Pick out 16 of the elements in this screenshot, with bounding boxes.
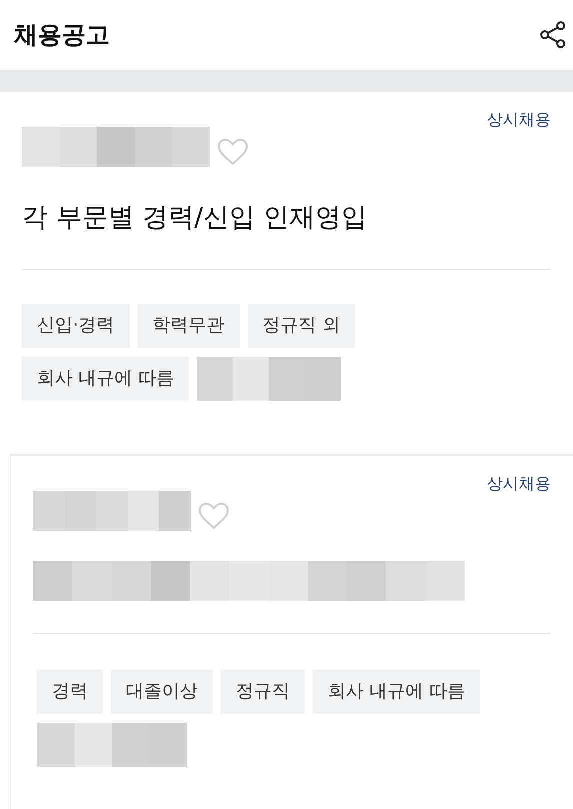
share-icon[interactable] (538, 20, 568, 50)
heart-icon[interactable] (216, 137, 250, 167)
tag: 정규직 외 (248, 304, 356, 348)
tag: 정규직 (221, 670, 305, 714)
job-title: 각 부문별 경력/신입 인재영입 (22, 202, 368, 234)
tag: 대졸이상 (111, 670, 213, 714)
tag: 경력 (37, 670, 103, 714)
tag: 회사 내규에 따름 (22, 357, 190, 401)
tag: 학력무관 (138, 304, 240, 348)
page-title: 채용공고 (14, 20, 110, 51)
tag: 신입·경력 (22, 304, 130, 348)
status-label: 상시채용 (487, 110, 551, 131)
heart-icon[interactable] (197, 501, 231, 531)
job-card[interactable]: 상시채용 경력 대졸이상 정규직 회사 내규에 따름 (10, 454, 573, 809)
status-label: 상시채용 (487, 474, 551, 495)
tag: 회사 내규에 따름 (313, 670, 480, 714)
